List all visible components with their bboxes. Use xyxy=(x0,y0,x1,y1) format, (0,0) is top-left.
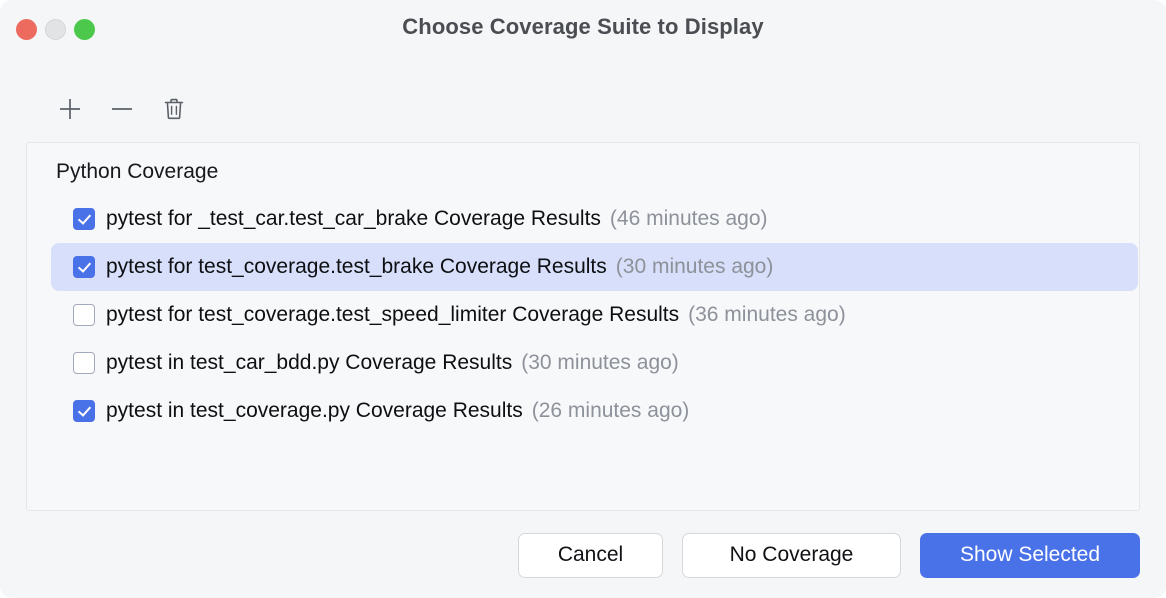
minus-icon xyxy=(108,95,136,123)
suite-timestamp: (30 minutes ago) xyxy=(521,351,679,374)
suite-timestamp: (36 minutes ago) xyxy=(688,303,846,326)
remove-suite-button[interactable] xyxy=(96,88,148,130)
suite-timestamp: (46 minutes ago) xyxy=(609,207,768,230)
list-item[interactable]: pytest in test_car_bdd.py Coverage Resul… xyxy=(51,339,1138,387)
list-item[interactable]: pytest in test_coverage.py Coverage Resu… xyxy=(51,387,1138,435)
trash-icon xyxy=(160,95,188,123)
add-suite-button[interactable] xyxy=(44,88,96,130)
page-title: Choose Coverage Suite to Display xyxy=(402,14,764,39)
suite-label: pytest in test_coverage.py Coverage Resu… xyxy=(106,399,523,422)
suite-checkbox[interactable] xyxy=(73,400,95,422)
suite-rows: pytest for _test_car.test_car_brake Cove… xyxy=(27,195,1139,435)
list-item[interactable]: pytest for test_coverage.test_brake Cove… xyxy=(51,243,1138,291)
dialog-footer: Cancel No Coverage Show Selected xyxy=(0,512,1166,598)
show-selected-button[interactable]: Show Selected xyxy=(920,532,1140,578)
suite-timestamp: (30 minutes ago) xyxy=(615,255,774,278)
list-group-header: Python Coverage xyxy=(56,160,219,183)
suite-timestamp: (26 minutes ago) xyxy=(531,399,690,422)
coverage-suite-list[interactable]: Python Coverage pytest for _test_car.tes… xyxy=(26,142,1140,511)
list-item[interactable]: pytest for _test_car.test_car_brake Cove… xyxy=(51,195,1138,243)
no-coverage-button[interactable]: No Coverage xyxy=(682,532,901,578)
title-bar: Choose Coverage Suite to Display xyxy=(0,0,1166,57)
list-item[interactable]: pytest for test_coverage.test_speed_limi… xyxy=(51,291,1138,339)
suite-checkbox[interactable] xyxy=(73,256,95,278)
suite-checkbox[interactable] xyxy=(73,208,95,230)
suite-label: pytest in test_car_bdd.py Coverage Resul… xyxy=(106,351,513,374)
suite-checkbox[interactable] xyxy=(73,304,95,326)
suite-label: pytest for test_coverage.test_brake Cove… xyxy=(106,255,607,278)
suite-checkbox[interactable] xyxy=(73,352,95,374)
toolbar xyxy=(44,88,200,130)
delete-suite-button[interactable] xyxy=(148,88,200,130)
plus-icon xyxy=(56,95,84,123)
suite-label: pytest for test_coverage.test_speed_limi… xyxy=(106,303,680,326)
cancel-button[interactable]: Cancel xyxy=(518,532,663,578)
coverage-suite-dialog: Choose Coverage Suite to Display Python … xyxy=(0,0,1166,598)
suite-label: pytest for _test_car.test_car_brake Cove… xyxy=(106,207,601,230)
